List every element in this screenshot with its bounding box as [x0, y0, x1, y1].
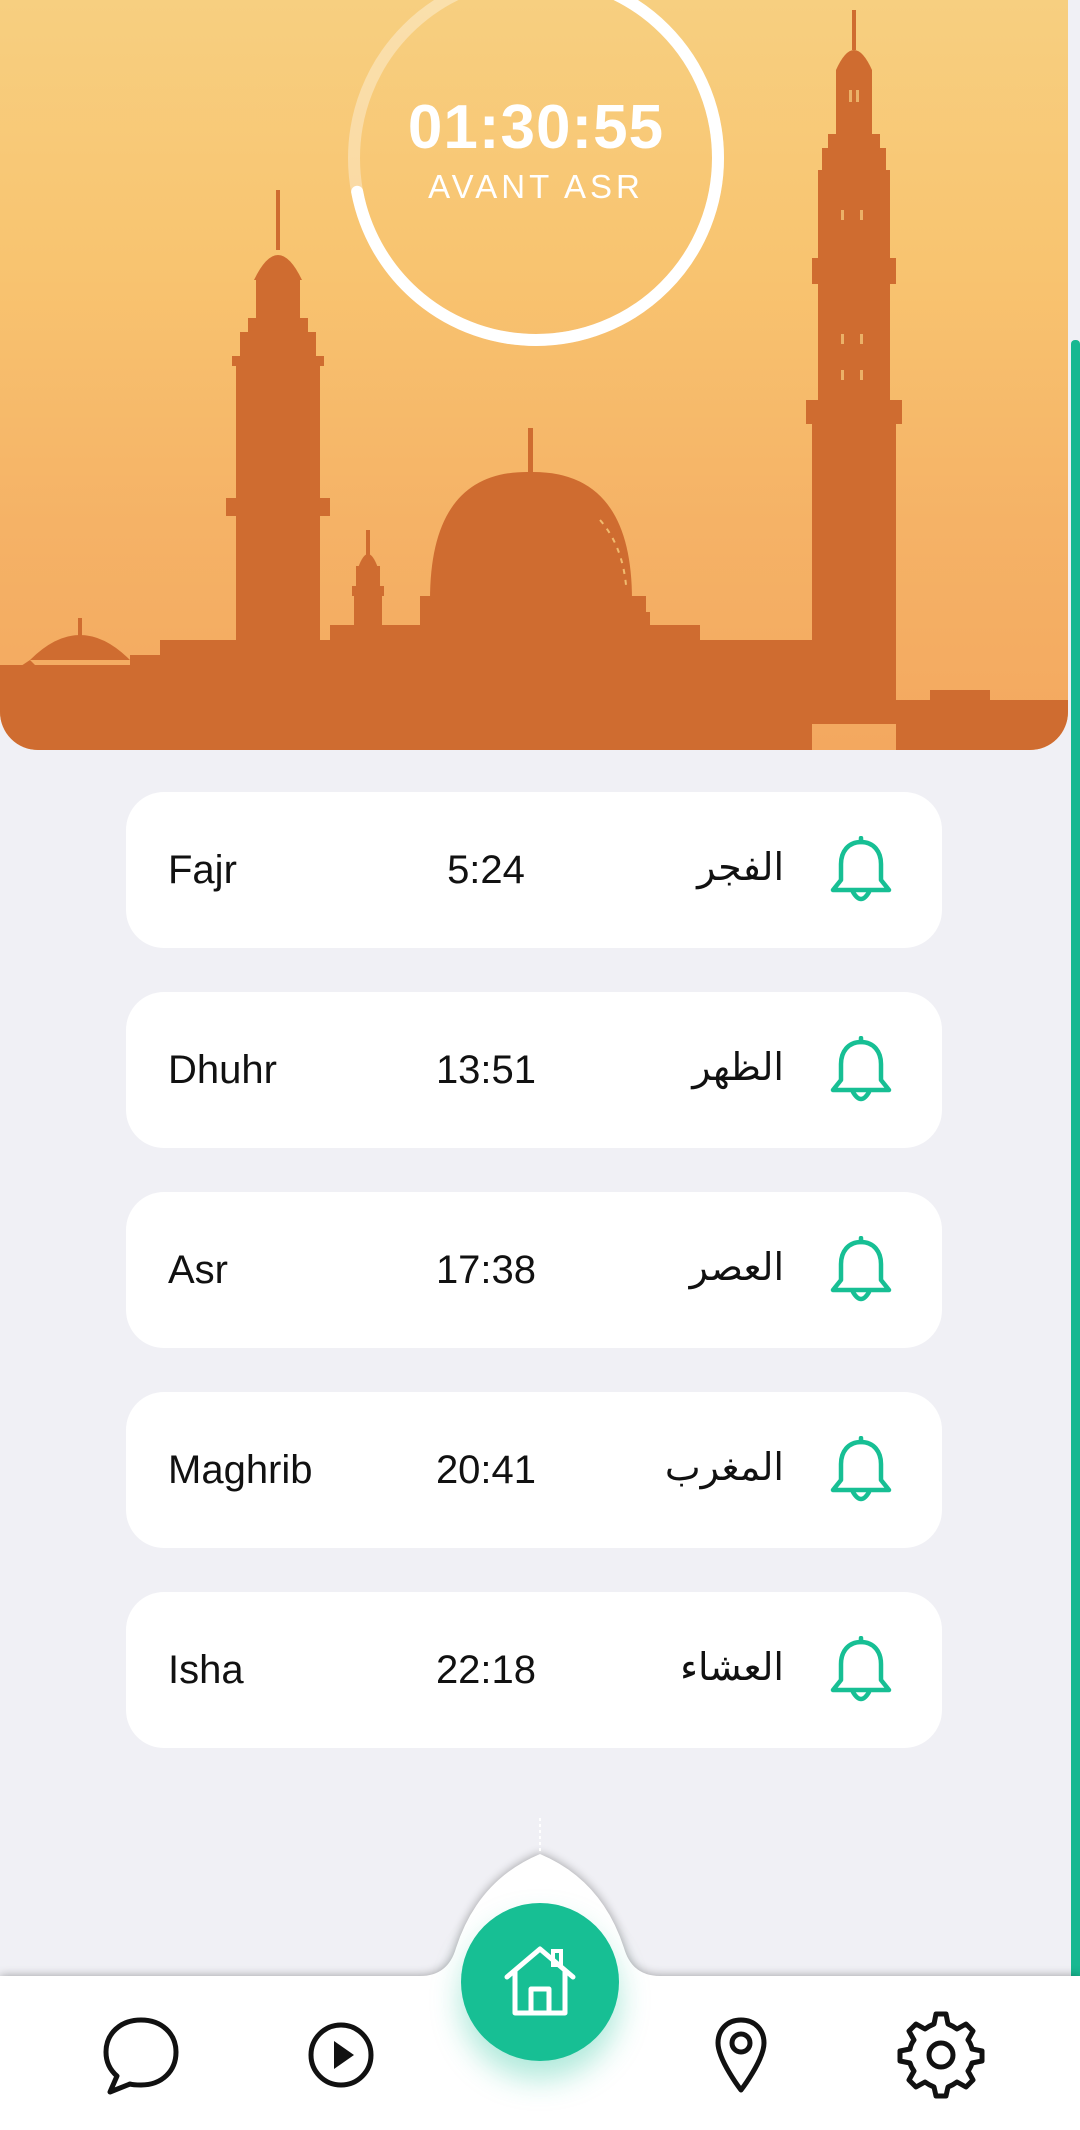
- prayer-name-arabic: العصر: [689, 1245, 784, 1289]
- location-icon[interactable]: [696, 2010, 786, 2100]
- prayer-row-fajr: Fajr 5:24 الفجر: [126, 792, 942, 948]
- bell-icon[interactable]: [828, 1636, 894, 1706]
- prayer-name-arabic: المغرب: [664, 1445, 784, 1489]
- countdown-time: 01:30:55: [407, 93, 665, 162]
- chat-icon[interactable]: [96, 2010, 186, 2100]
- countdown-label: AVANT ASR: [428, 168, 644, 205]
- prayer-name: Dhuhr: [168, 1048, 277, 1092]
- prayer-name: Isha: [168, 1648, 244, 1692]
- scroll-indicator[interactable]: [1071, 340, 1080, 1980]
- mosque-header: 01:30:55 AVANT ASR: [0, 0, 1068, 750]
- prayer-time: 20:41: [435, 1448, 537, 1492]
- bell-icon[interactable]: [828, 1236, 894, 1306]
- prayer-name-arabic: العشاء: [680, 1645, 784, 1689]
- prayer-times-screen: 01:30:55 AVANT ASR Fajr 5:24 الفجر Dhuhr…: [0, 0, 1080, 2130]
- bell-icon[interactable]: [828, 1036, 894, 1106]
- home-icon: [504, 1946, 576, 2016]
- prayer-name-arabic: الظهر: [692, 1045, 784, 1089]
- prayer-time: 5:24: [447, 848, 525, 892]
- bell-icon[interactable]: [828, 836, 894, 906]
- countdown-timer: 01:30:55 AVANT ASR: [336, 0, 736, 372]
- prayer-time: 13:51: [435, 1048, 537, 1092]
- prayer-row-isha: Isha 22:18 العشاء: [126, 1592, 942, 1748]
- prayer-time: 22:18: [435, 1648, 537, 1692]
- play-icon[interactable]: [296, 2010, 386, 2100]
- prayer-name: Maghrib: [168, 1448, 313, 1492]
- prayer-list: Fajr 5:24 الفجر Dhuhr 13:51 الظهر Asr 17…: [126, 792, 942, 1792]
- bell-icon[interactable]: [828, 1436, 894, 1506]
- prayer-row-dhuhr: Dhuhr 13:51 الظهر: [126, 992, 942, 1148]
- settings-icon[interactable]: [896, 2010, 986, 2100]
- prayer-name: Asr: [168, 1248, 228, 1292]
- home-button[interactable]: [461, 1903, 619, 2061]
- prayer-name: Fajr: [168, 848, 237, 892]
- prayer-row-asr: Asr 17:38 العصر: [126, 1192, 942, 1348]
- prayer-row-maghrib: Maghrib 20:41 المغرب: [126, 1392, 942, 1548]
- prayer-time: 17:38: [435, 1248, 537, 1292]
- prayer-name-arabic: الفجر: [697, 845, 784, 889]
